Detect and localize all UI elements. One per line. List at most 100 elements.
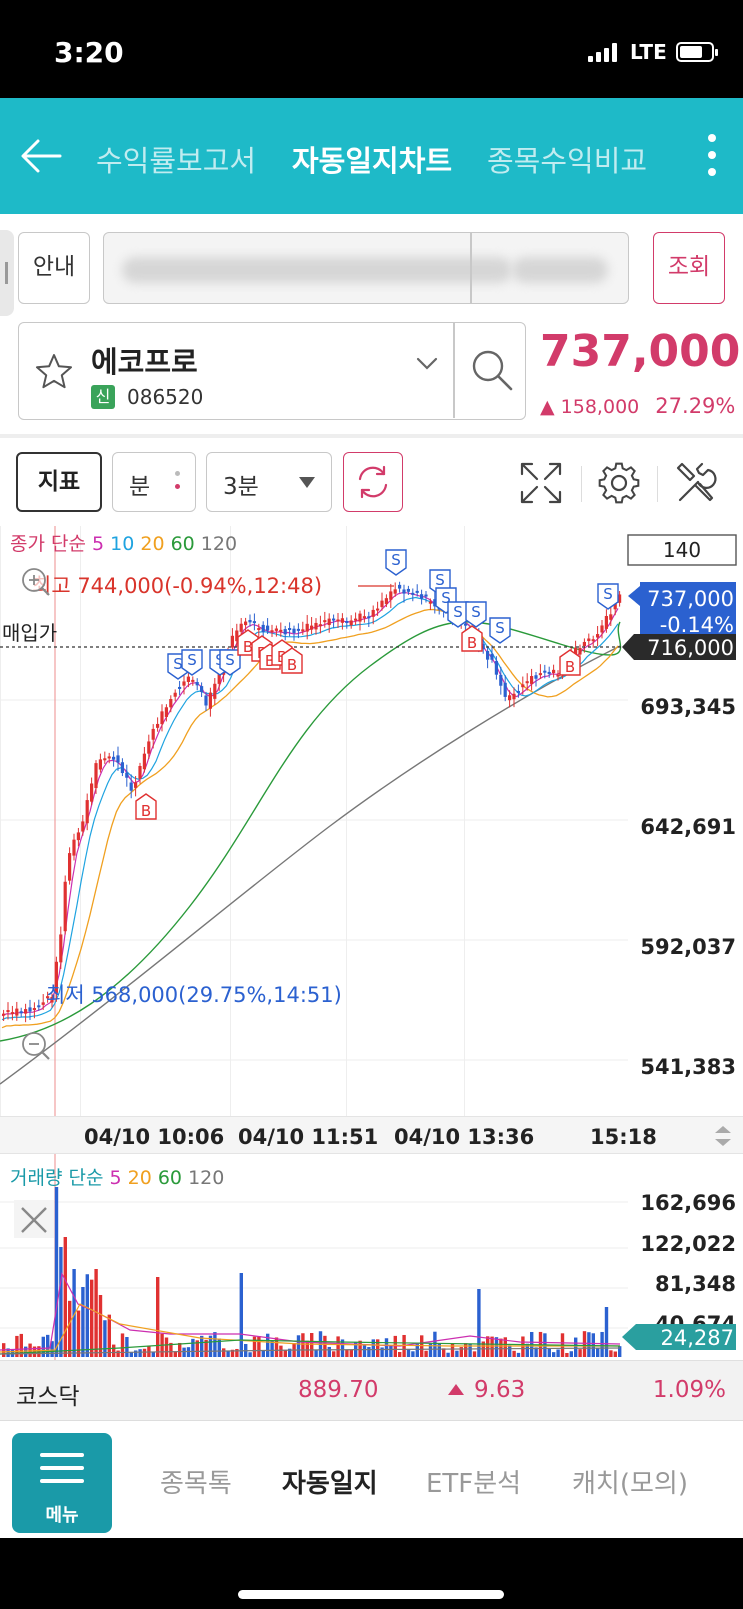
candle (81, 821, 85, 832)
market-index-bar[interactable]: 코스닥 889.70 9.63 1.09% (0, 1360, 743, 1420)
candle (345, 621, 349, 624)
account-selector[interactable] (103, 232, 629, 304)
x-tick-label: 04/10 10:06 (84, 1125, 225, 1149)
query-button[interactable]: 조회 (653, 232, 725, 304)
candle (204, 695, 208, 706)
more-menu-icon[interactable] (702, 134, 722, 180)
candle (68, 853, 72, 881)
volume-bar (358, 1340, 362, 1357)
candle (288, 628, 292, 631)
candle (600, 625, 604, 633)
volume-bar (310, 1333, 314, 1357)
candle (151, 728, 155, 740)
chevron-down-icon[interactable] (414, 351, 440, 377)
candle (200, 686, 204, 693)
candle (32, 1008, 36, 1011)
candle (538, 673, 542, 676)
marker-letter: B (141, 802, 151, 820)
candle (59, 934, 63, 963)
signal-icon (588, 42, 617, 62)
time-unit-button[interactable]: 분 (112, 452, 196, 512)
menu-button[interactable]: 메뉴 (12, 1433, 112, 1533)
volume-bar (455, 1350, 459, 1357)
volume-bar (477, 1289, 481, 1357)
legend-period: 5 (92, 533, 110, 555)
resize-handle-icon[interactable] (712, 1123, 734, 1149)
tools-icon[interactable] (672, 460, 718, 506)
volume-bar (296, 1335, 301, 1357)
volume-bar (494, 1337, 499, 1357)
candle (525, 681, 529, 684)
volume-bar (508, 1345, 512, 1357)
back-arrow-icon[interactable] (20, 138, 62, 174)
legend-period: 60 (158, 1167, 188, 1189)
candle (301, 629, 305, 632)
time-unit-label: 분 (129, 474, 151, 500)
marker-letter: S (471, 603, 481, 621)
candle (512, 693, 516, 700)
candle (107, 756, 111, 759)
volume-bar (81, 1287, 85, 1357)
candle (398, 584, 402, 589)
candle (556, 674, 560, 677)
volume-bar (239, 1273, 243, 1357)
indicator-button[interactable]: 지표 (16, 452, 102, 512)
candle (415, 590, 419, 593)
legend-period: 120 (188, 1167, 224, 1189)
close-icon (14, 1200, 54, 1238)
volume-bar (107, 1314, 111, 1357)
candle (6, 1010, 10, 1013)
volume-bar (98, 1295, 103, 1357)
volume-bar (116, 1350, 120, 1357)
nav-catch-mock[interactable]: 캐치(모의) (572, 1463, 688, 1500)
volume-current-value: 24,287 (661, 1326, 734, 1350)
interval-dropdown[interactable]: 3분 (206, 452, 332, 512)
candle (587, 638, 591, 642)
candle (112, 756, 116, 760)
volume-bar (138, 1349, 142, 1357)
volume-bar (389, 1345, 393, 1357)
candle (376, 608, 380, 611)
stock-selector[interactable]: 에코프로 신 086520 (18, 322, 526, 420)
volume-chart[interactable]: 거래량 단순 5 20 60 120 162,696122,02281,3484… (0, 1154, 743, 1360)
volume-bar (24, 1346, 28, 1357)
volume-bar (182, 1347, 186, 1357)
candle (90, 783, 94, 802)
favorite-star-icon[interactable] (33, 351, 75, 393)
nav-auto-journal[interactable]: 자동일지 (282, 1463, 378, 1500)
home-indicator[interactable] (238, 1590, 504, 1599)
price-chart[interactable]: 매입가SSSSSSSSSSSBBBBBBBB최고 744,000(-0.94%,… (0, 526, 743, 1116)
candle (266, 625, 270, 631)
tab-auto-journal-chart[interactable]: 자동일지차트 (292, 138, 452, 180)
candle (261, 624, 265, 632)
nav-stock-talk[interactable]: 종목톡 (160, 1463, 232, 1500)
gear-icon[interactable] (596, 460, 642, 506)
volume-bar (587, 1332, 591, 1357)
legend-prefix: 종가 단순 (10, 533, 92, 555)
candle (596, 634, 600, 638)
candle (314, 622, 318, 630)
refresh-button[interactable] (343, 452, 403, 512)
x-tick-label: 04/10 11:51 (238, 1125, 379, 1149)
candle (552, 669, 556, 674)
volume-bar (279, 1345, 283, 1357)
nav-etf-analysis[interactable]: ETF분석 (426, 1463, 521, 1500)
volume-bar (178, 1342, 182, 1357)
side-drawer-handle[interactable] (0, 230, 14, 316)
volume-bar (332, 1351, 336, 1357)
guide-button[interactable]: 안내 (18, 232, 90, 304)
volume-bar (222, 1348, 226, 1357)
high-price-label: 최고 744,000(-0.94%,12:48) (32, 574, 322, 598)
search-icon[interactable] (467, 345, 517, 395)
volume-bar (521, 1336, 525, 1357)
volume-bar (213, 1332, 217, 1357)
candle (274, 628, 278, 631)
candle (125, 772, 129, 778)
volume-bar (103, 1320, 107, 1357)
network-label: LTE (630, 40, 667, 64)
fullscreen-icon[interactable] (518, 460, 564, 506)
volume-bar (85, 1274, 89, 1357)
tab-return-report[interactable]: 수익률보고서 (96, 138, 256, 180)
candle (63, 881, 67, 932)
tab-stock-return-compare[interactable]: 종목수익비교 (487, 138, 647, 180)
